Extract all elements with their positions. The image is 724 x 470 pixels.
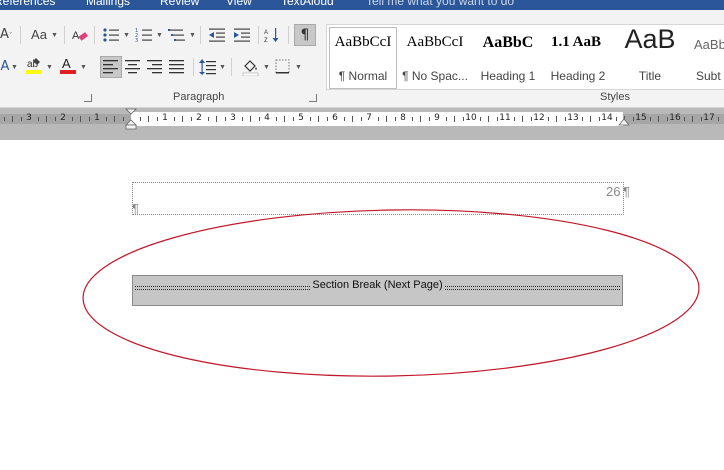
annotation-ellipse — [82, 209, 700, 377]
word-window: References Mailings Review View TextAlou… — [0, 0, 724, 470]
